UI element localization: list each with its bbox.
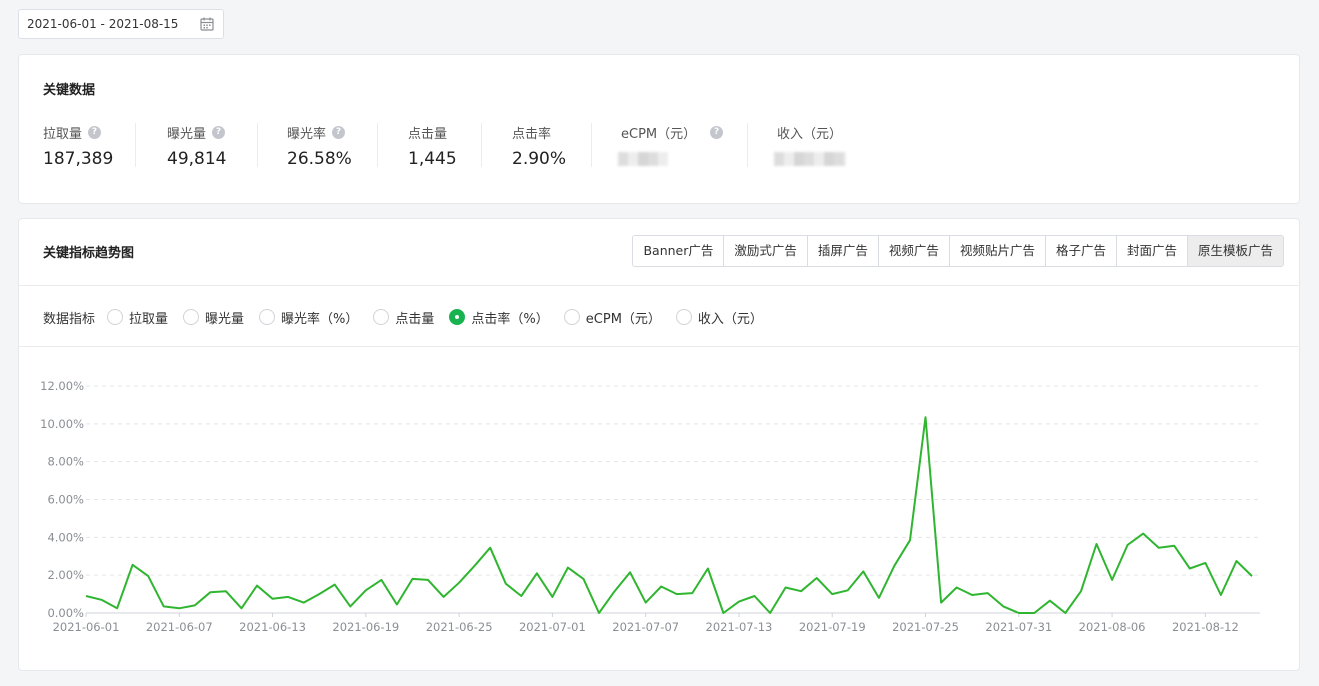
radio-dot[interactable] <box>675 309 692 325</box>
radio-ctr[interactable]: 点击率（%） <box>449 308 549 327</box>
help-icon[interactable]: ? <box>332 126 346 139</box>
calendar-icon <box>200 17 214 31</box>
radio-dot[interactable] <box>183 309 200 325</box>
radio-dot[interactable] <box>449 309 466 325</box>
kpi-pull-count: 拉取量? 187,389 <box>19 123 136 169</box>
x-tick-label: 2021-06-19 <box>332 620 399 634</box>
kpi-label: eCPM（元） <box>621 127 697 142</box>
radio-dot[interactable] <box>107 309 124 325</box>
radio-label: 曝光量 <box>205 311 245 327</box>
ad-type-tabs: Banner广告 激励式广告 插屏广告 视频广告 视频贴片广告 格子广告 封面广… <box>632 235 1284 267</box>
y-tick-label: 6.00% <box>47 493 84 507</box>
x-tick-label: 2021-07-25 <box>892 620 959 634</box>
tab-interstitial[interactable]: 插屏广告 <box>807 236 879 266</box>
x-tick-label: 2021-07-31 <box>985 620 1052 634</box>
y-tick-label: 10.00% <box>40 417 84 431</box>
divider <box>19 285 1299 286</box>
kpi-value: 49,814 <box>167 149 227 169</box>
radio-dot[interactable] <box>563 309 580 325</box>
radio-clicks[interactable]: 点击量 <box>373 308 434 327</box>
key-data-title: 关键数据 <box>43 83 96 98</box>
x-tick-label: 2021-07-07 <box>612 620 679 634</box>
x-tick-label: 2021-07-19 <box>799 620 866 634</box>
tab-native-template[interactable]: 原生模板广告 <box>1187 236 1283 266</box>
tab-banner[interactable]: Banner广告 <box>633 236 725 266</box>
date-range-text: 2021-06-01 - 2021-08-15 <box>27 17 179 31</box>
series-line <box>85 416 1253 614</box>
obscured-value <box>774 152 846 166</box>
obscured-value <box>618 152 668 166</box>
radio-ecpm[interactable]: eCPM（元） <box>563 308 661 327</box>
x-tick-label: 2021-06-13 <box>239 620 306 634</box>
date-range-picker[interactable]: 2021-06-01 - 2021-08-15 <box>18 9 224 39</box>
trend-title: 关键指标趋势图 <box>43 246 135 261</box>
kpi-ecpm: eCPM（元）? <box>592 123 748 167</box>
kpi-impression-rate: 曝光率? 26.58% <box>258 123 378 169</box>
x-tick-label: 2021-06-01 <box>53 620 120 634</box>
kpi-revenue: 收入（元） <box>748 123 908 167</box>
radio-label: 曝光率（%） <box>281 311 359 327</box>
kpi-label: 点击率 <box>512 127 552 142</box>
radio-revenue[interactable]: 收入（元） <box>675 308 763 327</box>
radio-dot[interactable] <box>373 309 390 325</box>
radio-label: 点击量 <box>395 311 435 327</box>
y-tick-label: 8.00% <box>47 455 84 469</box>
kpi-impressions: 曝光量? 49,814 <box>136 123 258 169</box>
kpi-label: 收入（元） <box>777 127 843 142</box>
kpi-value: 187,389 <box>43 149 114 169</box>
kpi-ctr: 点击率 2.90% <box>482 123 592 169</box>
radio-label: 收入（元） <box>697 311 763 327</box>
x-tick-label: 2021-08-06 <box>1079 620 1146 634</box>
x-tick-label: 2021-07-13 <box>706 620 773 634</box>
kpi-row: 拉取量? 187,389 曝光量? 49,814 曝光率? 26.58% 点击量… <box>19 123 908 169</box>
tab-cover[interactable]: 封面广告 <box>1116 236 1188 266</box>
ctr-line-chart: 0.00% 2.00% 4.00% 6.00% 8.00% 10.00% 12.00% 20… <box>19 219 1301 672</box>
key-data-card: 关键数据 拉取量? 187,389 曝光量? 49,814 曝光率? 26.58… <box>18 54 1300 204</box>
tab-grid[interactable]: 格子广告 <box>1045 236 1117 266</box>
help-icon[interactable]: ? <box>710 126 724 139</box>
kpi-value: 26.58% <box>287 149 352 169</box>
divider <box>19 346 1299 347</box>
radio-impression-rate[interactable]: 曝光率（%） <box>259 308 358 327</box>
radio-dot[interactable] <box>259 309 276 325</box>
metric-selector-label: 数据指标 <box>43 311 96 327</box>
x-tick-label: 2021-06-07 <box>146 620 213 634</box>
tab-video-patch[interactable]: 视频贴片广告 <box>949 236 1046 266</box>
y-tick-label: 0.00% <box>47 606 84 620</box>
help-icon[interactable]: ? <box>212 126 226 139</box>
trend-card: 0.00% 2.00% 4.00% 6.00% 8.00% 10.00% 12.00% 20… <box>18 218 1300 671</box>
x-tick-label: 2021-07-01 <box>519 620 586 634</box>
x-tick-label: 2021-08-12 <box>1172 620 1239 634</box>
metric-selector: 数据指标 拉取量 曝光量 曝光率（%） 点击量 点击率（%） eCPM（元） 收… <box>43 307 778 327</box>
radio-impressions[interactable]: 曝光量 <box>183 308 244 327</box>
y-tick-label: 2.00% <box>47 568 84 582</box>
chart-svg: 0.00% 2.00% 4.00% 6.00% 8.00% 10.00% 12.00% 20… <box>40 379 1260 634</box>
y-tick-label: 12.00% <box>40 379 84 393</box>
kpi-label: 曝光率 <box>287 127 327 142</box>
tab-rewarded[interactable]: 激励式广告 <box>724 236 808 266</box>
kpi-label: 拉取量 <box>43 127 83 142</box>
kpi-value: 2.90% <box>512 149 567 169</box>
y-tick-label: 4.00% <box>47 530 84 544</box>
radio-label: 点击率（%） <box>471 311 549 327</box>
radio-pull-count[interactable]: 拉取量 <box>107 308 168 327</box>
radio-label: 拉取量 <box>129 311 169 327</box>
x-tick-label: 2021-06-25 <box>426 620 493 634</box>
kpi-clicks: 点击量 1,445 <box>378 123 482 169</box>
radio-label: eCPM（元） <box>585 311 661 327</box>
help-icon[interactable]: ? <box>88 126 102 139</box>
kpi-value: 1,445 <box>408 149 457 169</box>
kpi-label: 点击量 <box>408 127 448 142</box>
tab-video[interactable]: 视频广告 <box>878 236 950 266</box>
kpi-label: 曝光量 <box>167 127 207 142</box>
